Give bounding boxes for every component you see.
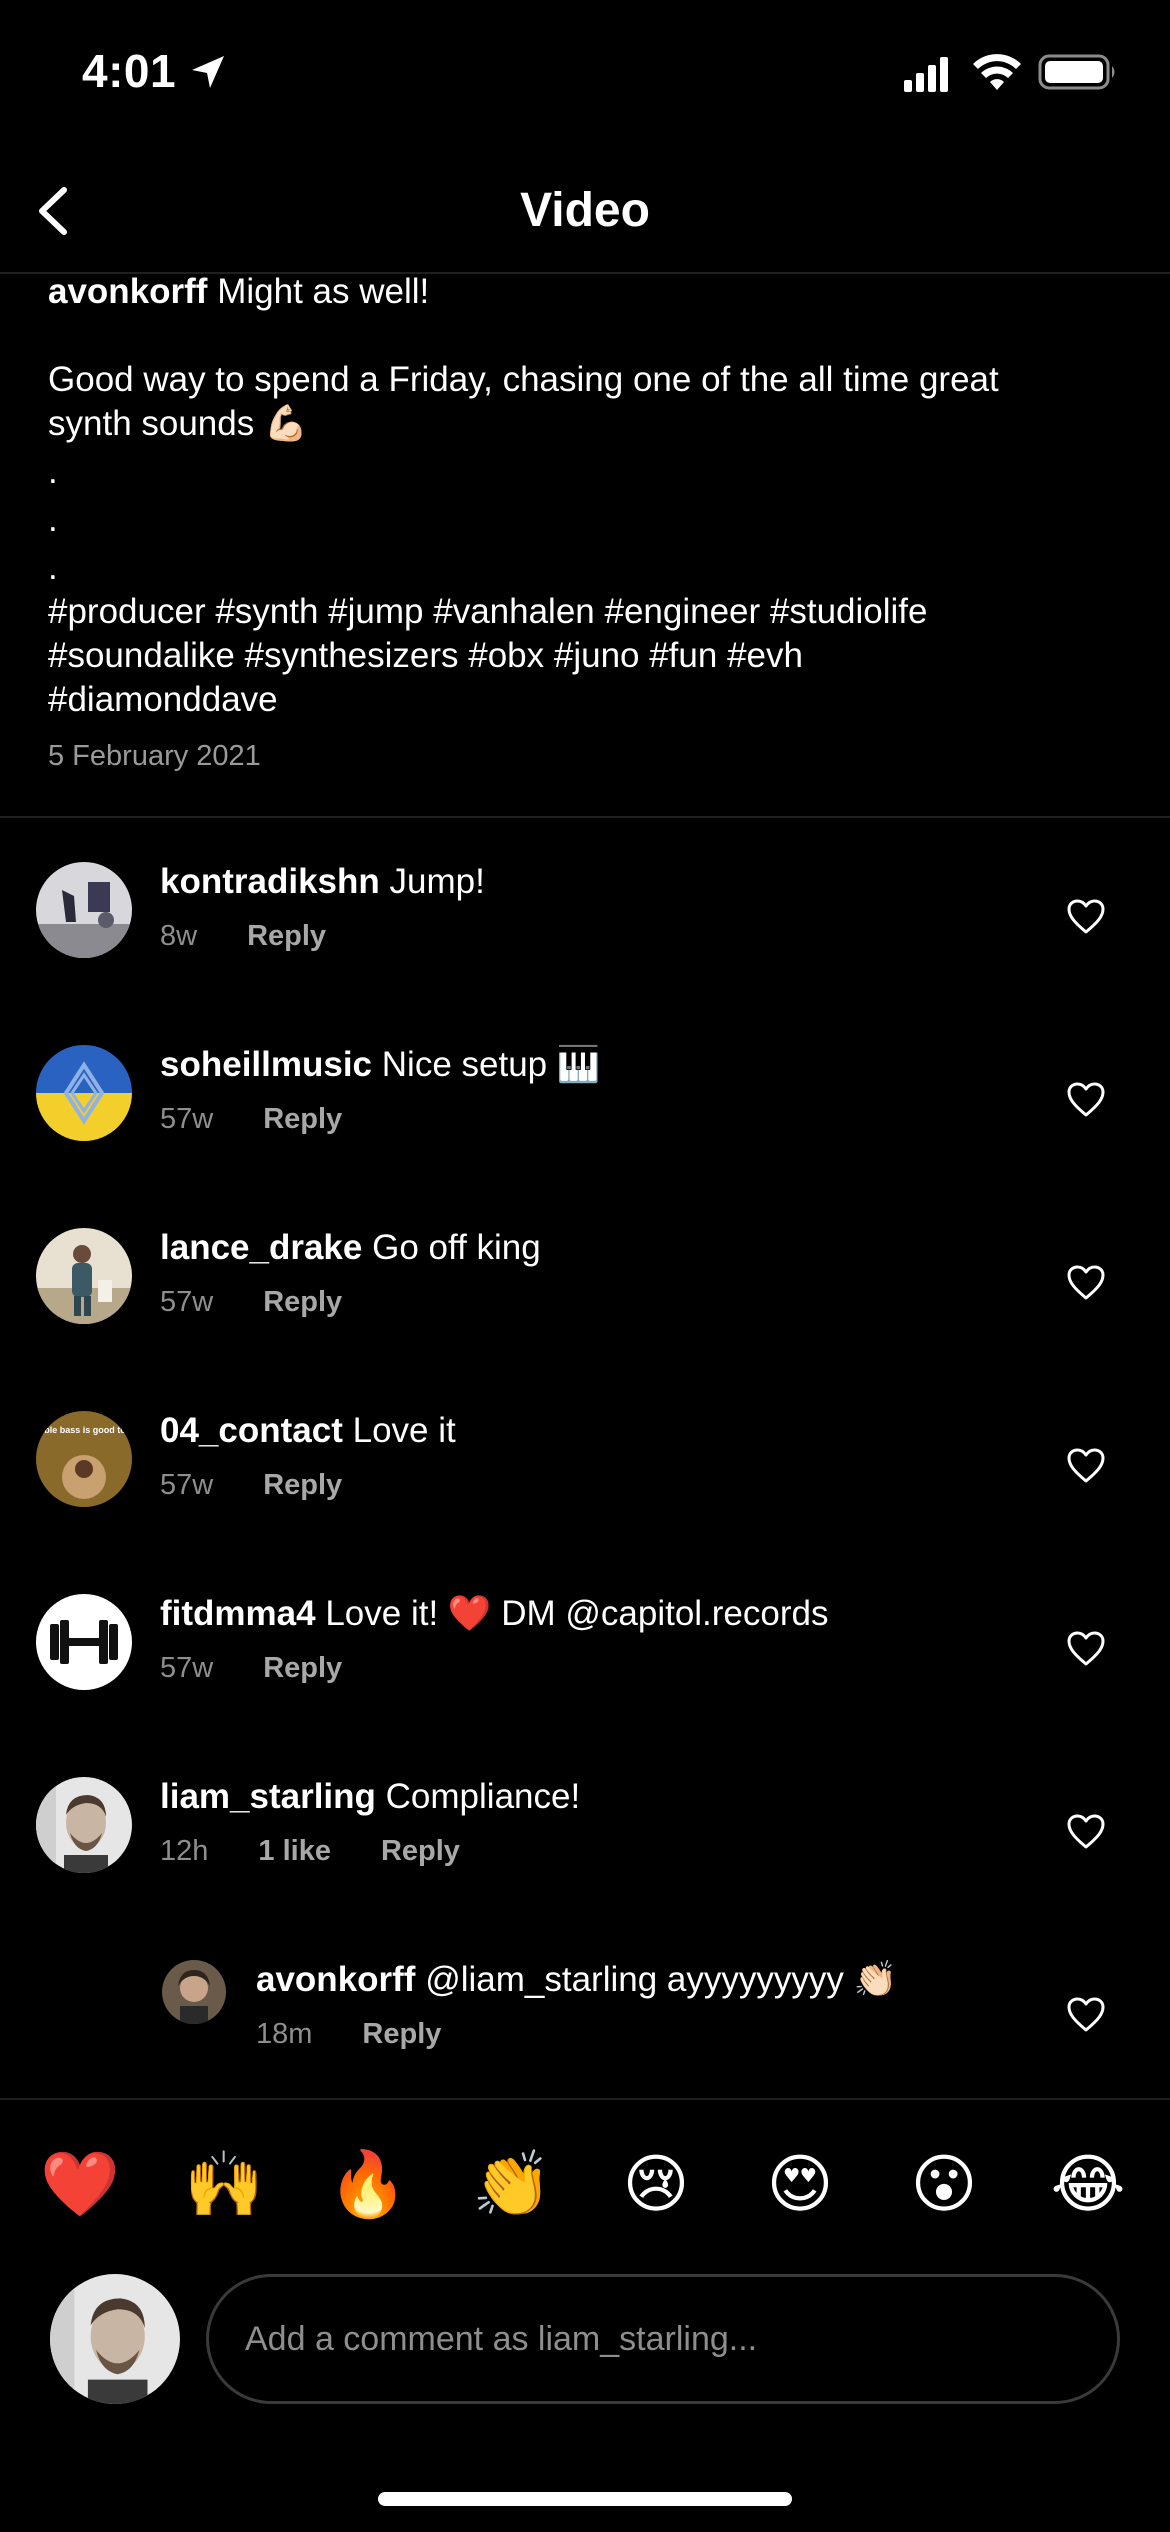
reply-comment-row: avonkorff @liam_starling ayyyyyyyyy 👏🏻 1… bbox=[0, 1918, 1170, 2101]
caption-username[interactable]: avonkorff bbox=[48, 272, 207, 311]
caption-dot: . bbox=[48, 452, 58, 491]
caption-hashtags[interactable]: #diamonddave bbox=[48, 678, 1128, 722]
comment-username[interactable]: fitdmma4 bbox=[160, 1594, 316, 1633]
likes-count[interactable]: 1 like bbox=[258, 1835, 331, 1868]
like-heart-icon[interactable] bbox=[1066, 1264, 1106, 1302]
comment-age: 18m bbox=[256, 2018, 313, 2050]
like-heart-icon[interactable] bbox=[1066, 1630, 1106, 1668]
red-heart-emoji-button[interactable]: ❤️ bbox=[40, 2144, 120, 2224]
comment-row: liam_starling Compliance! 12h 1 like Reply bbox=[0, 1735, 1170, 1918]
comment-row: lance_drake Go off king 57w Reply bbox=[0, 1186, 1170, 1369]
comment-text: Compliance! bbox=[385, 1777, 581, 1816]
battery-icon bbox=[1038, 54, 1115, 90]
status-time: 4:01 bbox=[82, 45, 177, 97]
post-caption: avonkorff Might as well! Good way to spe… bbox=[48, 270, 1128, 722]
raising-hands-emoji-button[interactable]: 🙌 bbox=[184, 2144, 264, 2224]
reply-button[interactable]: Reply bbox=[263, 1286, 342, 1319]
comment-username[interactable]: soheillmusic bbox=[160, 1045, 372, 1084]
like-heart-icon[interactable] bbox=[1066, 1996, 1106, 2034]
crying-face-emoji-button[interactable]: 😢 bbox=[616, 2144, 696, 2224]
like-heart-icon[interactable] bbox=[1066, 1447, 1106, 1485]
avatar[interactable]: Double bass is good today bbox=[36, 1411, 132, 1507]
caption-line: Good way to spend a Friday, chasing one … bbox=[48, 360, 999, 399]
emoji-reaction-bar: ❤️ 🙌 🔥 👏 😢 😍 😮 😂 bbox=[0, 2098, 1170, 2278]
nav-bar: Video bbox=[0, 150, 1170, 274]
avatar[interactable] bbox=[36, 1228, 132, 1324]
avatar[interactable] bbox=[36, 1045, 132, 1141]
comment-age: 57w bbox=[160, 1286, 214, 1318]
comment-text: @liam_starling ayyyyyyyyy 👏🏻 bbox=[425, 1960, 898, 1999]
reply-button[interactable]: Reply bbox=[381, 1835, 460, 1868]
reply-button[interactable]: Reply bbox=[247, 920, 326, 953]
surprised-face-emoji-button[interactable]: 😮 bbox=[904, 2144, 984, 2224]
like-heart-icon[interactable] bbox=[1066, 1813, 1106, 1851]
reply-button[interactable]: Reply bbox=[263, 1469, 342, 1502]
comment-username[interactable]: 04_contact bbox=[160, 1411, 343, 1450]
reply-button[interactable]: Reply bbox=[263, 1652, 342, 1685]
status-bar: 4:01 bbox=[0, 0, 1170, 150]
comment-age: 8w bbox=[160, 920, 198, 952]
comment-age: 12h bbox=[160, 1835, 209, 1867]
comment-age: 57w bbox=[160, 1469, 214, 1501]
current-user-avatar bbox=[50, 2274, 180, 2404]
avatar[interactable] bbox=[162, 1960, 226, 2024]
caption-line: synth sounds 💪🏻 bbox=[48, 404, 308, 443]
caption-dot: . bbox=[48, 548, 58, 587]
comment-row: fitdmma4 Love it! ❤️ DM @capitol.records… bbox=[0, 1552, 1170, 1735]
reply-button[interactable]: Reply bbox=[362, 2018, 441, 2051]
caption-hashtags[interactable]: #producer #synth #jump #vanhalen #engine… bbox=[48, 590, 1128, 634]
caption-dot: . bbox=[48, 500, 58, 539]
comment-text: Jump! bbox=[389, 862, 485, 901]
clapping-hands-emoji-button[interactable]: 👏 bbox=[472, 2144, 552, 2224]
avatar[interactable] bbox=[36, 862, 132, 958]
comment-age: 57w bbox=[160, 1103, 214, 1135]
comment-age: 57w bbox=[160, 1652, 214, 1684]
laughing-face-emoji-button[interactable]: 😂 bbox=[1048, 2144, 1128, 2224]
comment-input[interactable] bbox=[206, 2274, 1120, 2404]
location-arrow-icon bbox=[192, 56, 224, 88]
comment-text: Go off king bbox=[372, 1228, 541, 1267]
wifi-icon bbox=[973, 54, 1021, 90]
divider bbox=[0, 816, 1170, 818]
comment-text: Love it! ❤️ DM @capitol.records bbox=[325, 1594, 829, 1633]
fire-emoji-button[interactable]: 🔥 bbox=[328, 2144, 408, 2224]
comment-text: Love it bbox=[352, 1411, 456, 1450]
comment-username[interactable]: liam_starling bbox=[160, 1777, 376, 1816]
like-heart-icon[interactable] bbox=[1066, 1081, 1106, 1119]
caption-first-line: Might as well! bbox=[217, 272, 430, 311]
comment-row: Double bass is good today 04_contact Lov… bbox=[0, 1369, 1170, 1552]
like-heart-icon[interactable] bbox=[1066, 898, 1106, 936]
avatar-caption: Double bass is good today bbox=[36, 1425, 132, 1435]
post-date: 5 February 2021 bbox=[48, 740, 261, 772]
comment-row: kontradikshn Jump! 8w Reply bbox=[0, 820, 1170, 1003]
avatar[interactable] bbox=[36, 1777, 132, 1873]
avatar[interactable] bbox=[36, 1594, 132, 1690]
comment-username[interactable]: kontradikshn bbox=[160, 862, 380, 901]
cellular-signal-icon bbox=[904, 57, 948, 92]
comment-username[interactable]: lance_drake bbox=[160, 1228, 362, 1267]
caption-hashtags[interactable]: #soundalike #synthesizers #obx #juno #fu… bbox=[48, 634, 1128, 678]
home-indicator[interactable] bbox=[378, 2492, 792, 2506]
heart-eyes-emoji-button[interactable]: 😍 bbox=[760, 2144, 840, 2224]
comment-username[interactable]: avonkorff bbox=[256, 1960, 415, 1999]
comment-text: Nice setup 🎹 bbox=[381, 1045, 601, 1084]
page-title: Video bbox=[520, 184, 650, 237]
comment-row: soheillmusic Nice setup 🎹 57w Reply bbox=[0, 1003, 1170, 1186]
reply-button[interactable]: Reply bbox=[263, 1103, 342, 1136]
